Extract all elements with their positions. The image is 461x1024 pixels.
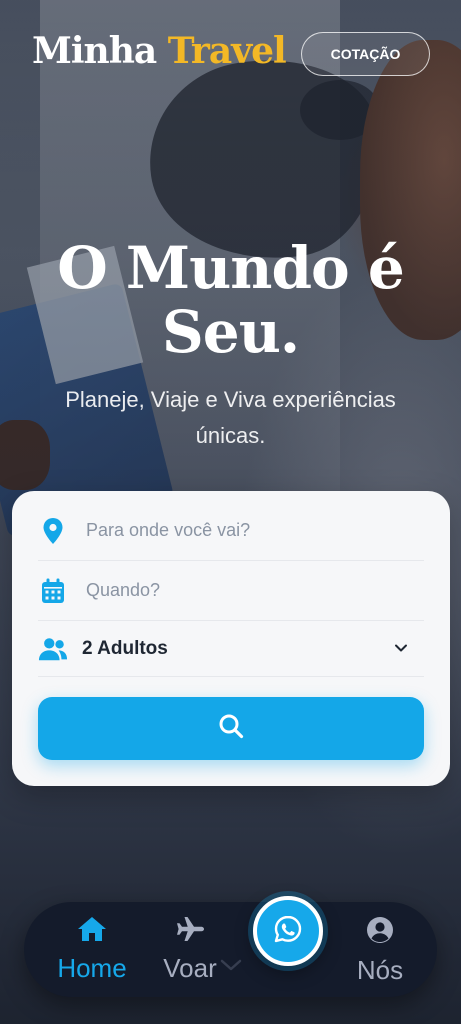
user-circle-icon <box>366 916 394 951</box>
hero-title-line-2: Seu. <box>161 298 300 366</box>
search-icon <box>218 713 244 744</box>
hero-title: O Mundo é Seu. <box>0 236 461 364</box>
date-placeholder: Quando? <box>86 580 161 600</box>
search-card: Para onde você vai? Quando? 2 Adultos <box>12 491 450 786</box>
logo-accent-text: Travel <box>167 30 287 72</box>
whatsapp-button[interactable] <box>253 896 323 966</box>
users-icon <box>38 636 68 662</box>
hero-title-line-1: O Mundo é <box>57 234 405 302</box>
guests-value: 2 Adultos <box>82 637 168 659</box>
hero-subtitle: Planeje, Viaje e Viva experiências única… <box>65 387 396 448</box>
nav-label-nos: Nós <box>356 955 404 985</box>
nav-label-voar: Voar <box>163 953 217 983</box>
guests-select[interactable]: 2 Adultos <box>38 621 424 677</box>
whatsapp-icon <box>273 914 303 949</box>
chevron-down-icon[interactable] <box>394 640 408 658</box>
bottom-nav: Home Voar Nós <box>24 902 437 997</box>
calendar-icon <box>38 578 68 604</box>
date-field[interactable]: Quando? <box>38 561 424 621</box>
chevron-down-icon <box>219 958 243 977</box>
home-icon <box>77 916 107 949</box>
nav-item-home[interactable]: Home <box>42 916 142 984</box>
quote-button[interactable]: COTAÇÃO <box>301 32 430 76</box>
map-pin-icon <box>38 517 68 545</box>
destination-placeholder: Para onde você vai? <box>86 520 251 540</box>
nav-label-home: Home <box>57 953 127 983</box>
logo[interactable]: Minha Travel <box>32 30 287 72</box>
destination-field[interactable]: Para onde você vai? <box>38 501 424 561</box>
search-button[interactable] <box>38 697 424 760</box>
nav-item-nos[interactable]: Nós <box>330 916 430 986</box>
plane-icon <box>175 916 205 949</box>
logo-main-text: Minha <box>32 30 157 72</box>
